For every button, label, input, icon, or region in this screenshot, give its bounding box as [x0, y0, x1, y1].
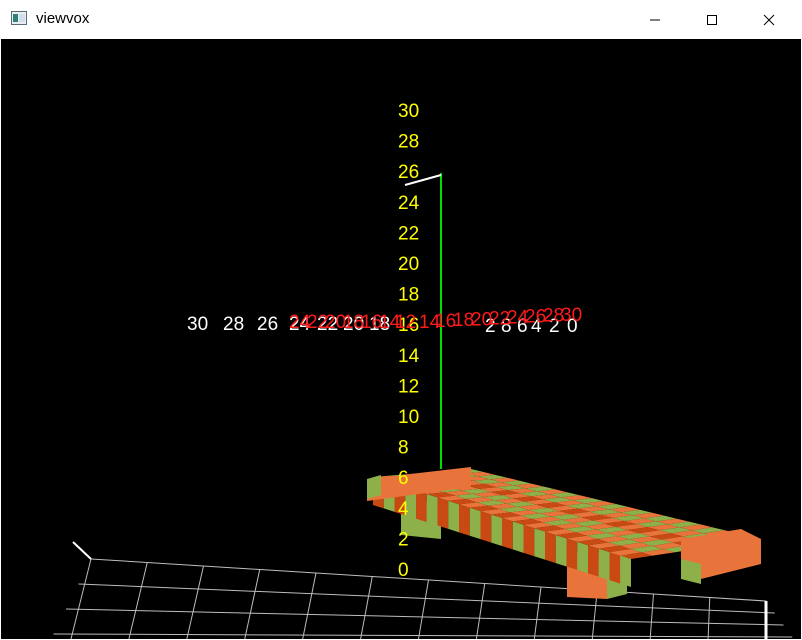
- vertical-axis-tick: 22: [398, 223, 419, 244]
- voxel-face: [566, 538, 578, 570]
- vertical-axis-tick: 30: [398, 101, 419, 122]
- voxel-face: [534, 528, 545, 560]
- app-window: viewvox 30 28 26 24 22 20 18 16 14 12 10 8 6 4 2 0 30 28 2…: [0, 0, 802, 640]
- grid-corner-marker: [72, 541, 92, 560]
- horizontal-axis-tick: 28: [223, 314, 244, 335]
- close-icon: [763, 14, 775, 25]
- vertical-axis-tick: 18: [398, 285, 419, 306]
- vertical-axis-tick: 8: [398, 438, 409, 459]
- vertical-axis-tick: 0: [398, 560, 409, 581]
- vertical-axis-tick: 2: [398, 529, 409, 550]
- grid-line: [90, 558, 767, 602]
- grid-line: [186, 565, 204, 639]
- window-title: viewvox: [36, 10, 90, 27]
- vertical-axis-tick: 10: [398, 407, 419, 428]
- voxel-face: [502, 518, 513, 550]
- grid-line: [649, 593, 654, 639]
- voxel-model: [367, 467, 761, 599]
- close-button[interactable]: [746, 0, 792, 39]
- voxel-3d-viewport[interactable]: 30 28 26 24 22 20 18 16 14 12 10 8 6 4 2 0 30 28 26 24 22 20 1…: [1, 39, 801, 639]
- voxel-face: [598, 548, 610, 581]
- voxel-face: [545, 531, 556, 564]
- depth-axis-tick: 30: [561, 305, 582, 326]
- voxel-face: [577, 541, 588, 574]
- grid-line: [70, 558, 92, 639]
- voxel-face: [523, 524, 535, 557]
- vertical-axis-tick: 20: [398, 254, 419, 275]
- title-bar[interactable]: viewvox: [0, 0, 802, 40]
- grid-line: [707, 597, 711, 639]
- maximize-icon: [707, 14, 717, 25]
- horizontal-axis-tick: 30: [187, 314, 208, 335]
- voxel-face: [448, 500, 459, 533]
- grid-line: [475, 583, 486, 639]
- voxel-face: [588, 545, 599, 577]
- voxel-face: [416, 490, 427, 523]
- minimize-icon: [650, 19, 660, 20]
- horizontal-axis-tick: 26: [257, 314, 278, 335]
- grid-line: [418, 579, 429, 639]
- vertical-axis-tick: 28: [398, 132, 419, 153]
- vertical-axis-tick: 14: [398, 346, 420, 367]
- grid-line: [65, 608, 784, 626]
- voxel-face: [426, 494, 438, 526]
- voxel-face: [512, 521, 524, 553]
- vertical-axis-tick: 12: [398, 376, 419, 397]
- vertical-axis-tick: 6: [398, 468, 409, 489]
- grid-line: [244, 569, 261, 639]
- voxel-face: [480, 511, 492, 543]
- grid-line: [53, 633, 793, 638]
- voxel-face: [469, 507, 481, 540]
- depth-axis-tick: 12: [395, 312, 416, 333]
- scene-canvas[interactable]: 30282624222018161412108642030 28 26 24 22 20 1…: [1, 39, 801, 639]
- maximize-button[interactable]: [689, 0, 735, 39]
- voxel-face: [437, 497, 449, 529]
- vertical-axis-tick: 26: [398, 162, 419, 183]
- voxel-face: [555, 535, 567, 567]
- vertical-axis-tick: 24: [398, 193, 420, 214]
- voxel-face: [459, 504, 470, 536]
- grid-line: [128, 562, 148, 639]
- minimize-button[interactable]: [632, 0, 678, 39]
- voxel-face: [367, 475, 381, 499]
- vertical-axis-tick: 4: [398, 499, 409, 520]
- grid-line: [302, 572, 317, 639]
- viewvox-app-icon: [11, 11, 27, 25]
- grid-line: [533, 586, 542, 639]
- voxel-face: [491, 514, 502, 546]
- grid-line: [360, 576, 373, 639]
- voxel-face: [609, 552, 621, 584]
- voxel-face: [620, 555, 631, 587]
